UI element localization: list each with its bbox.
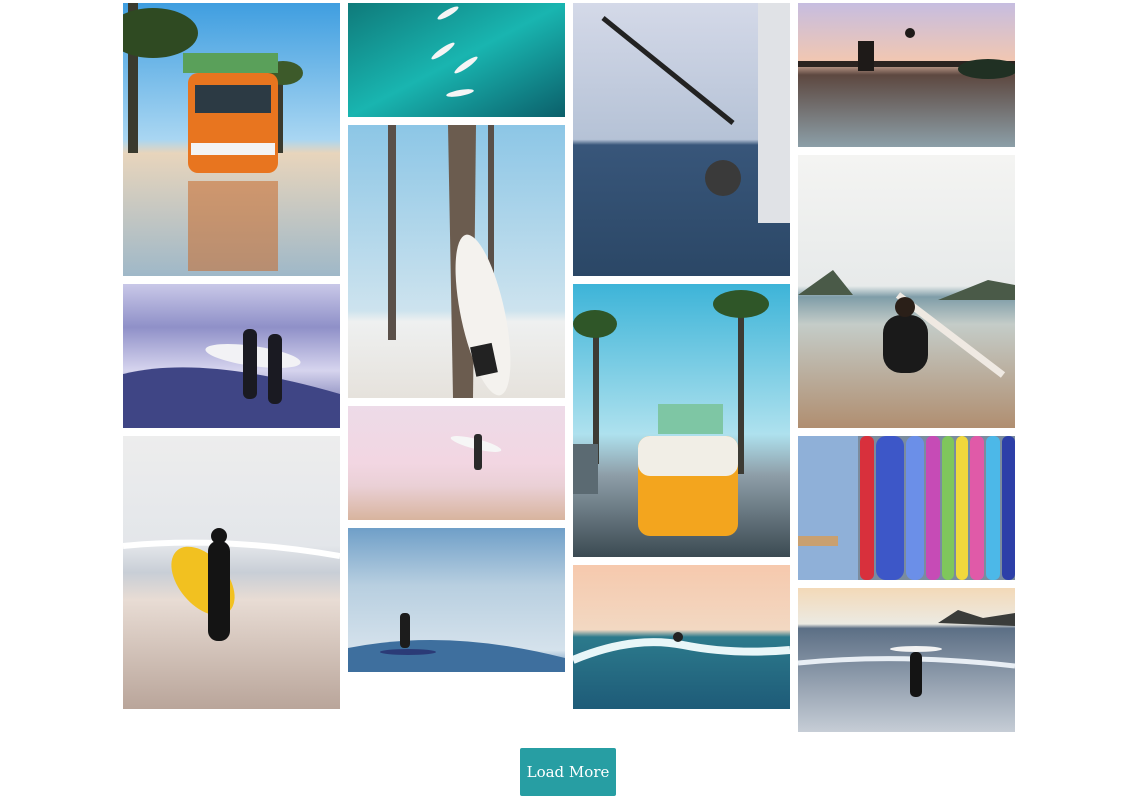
photo-two-surfers-walking[interactable] [123, 284, 340, 428]
photo-fishing-rod-sea[interactable] [573, 3, 790, 276]
gallery-column [348, 3, 565, 732]
photo-gallery [123, 3, 1015, 732]
photo-surfer-carrying-yellow-board[interactable] [123, 436, 340, 709]
gallery-column [573, 3, 790, 732]
load-more-button[interactable]: Load More [520, 748, 616, 796]
photo-surfer-riding-wave[interactable] [348, 528, 565, 672]
photo-surfer-board-overhead[interactable] [798, 588, 1015, 732]
photo-pier-jump-sunset[interactable] [798, 3, 1015, 147]
photo-yellow-van-surfboards[interactable] [573, 284, 790, 557]
gallery-column [123, 3, 340, 732]
photo-wave-sunset-surfer[interactable] [573, 565, 790, 709]
photo-surfer-pink-beach[interactable] [348, 406, 565, 520]
photo-surfers-aerial[interactable] [348, 3, 565, 117]
photo-surfer-sitting-beach[interactable] [798, 155, 1015, 428]
photo-colorful-surfboards-rack[interactable] [798, 436, 1015, 580]
gallery-column [798, 3, 1015, 732]
photo-surfboard-palm-tree[interactable] [348, 125, 565, 398]
photo-orange-van-palms[interactable] [123, 3, 340, 276]
